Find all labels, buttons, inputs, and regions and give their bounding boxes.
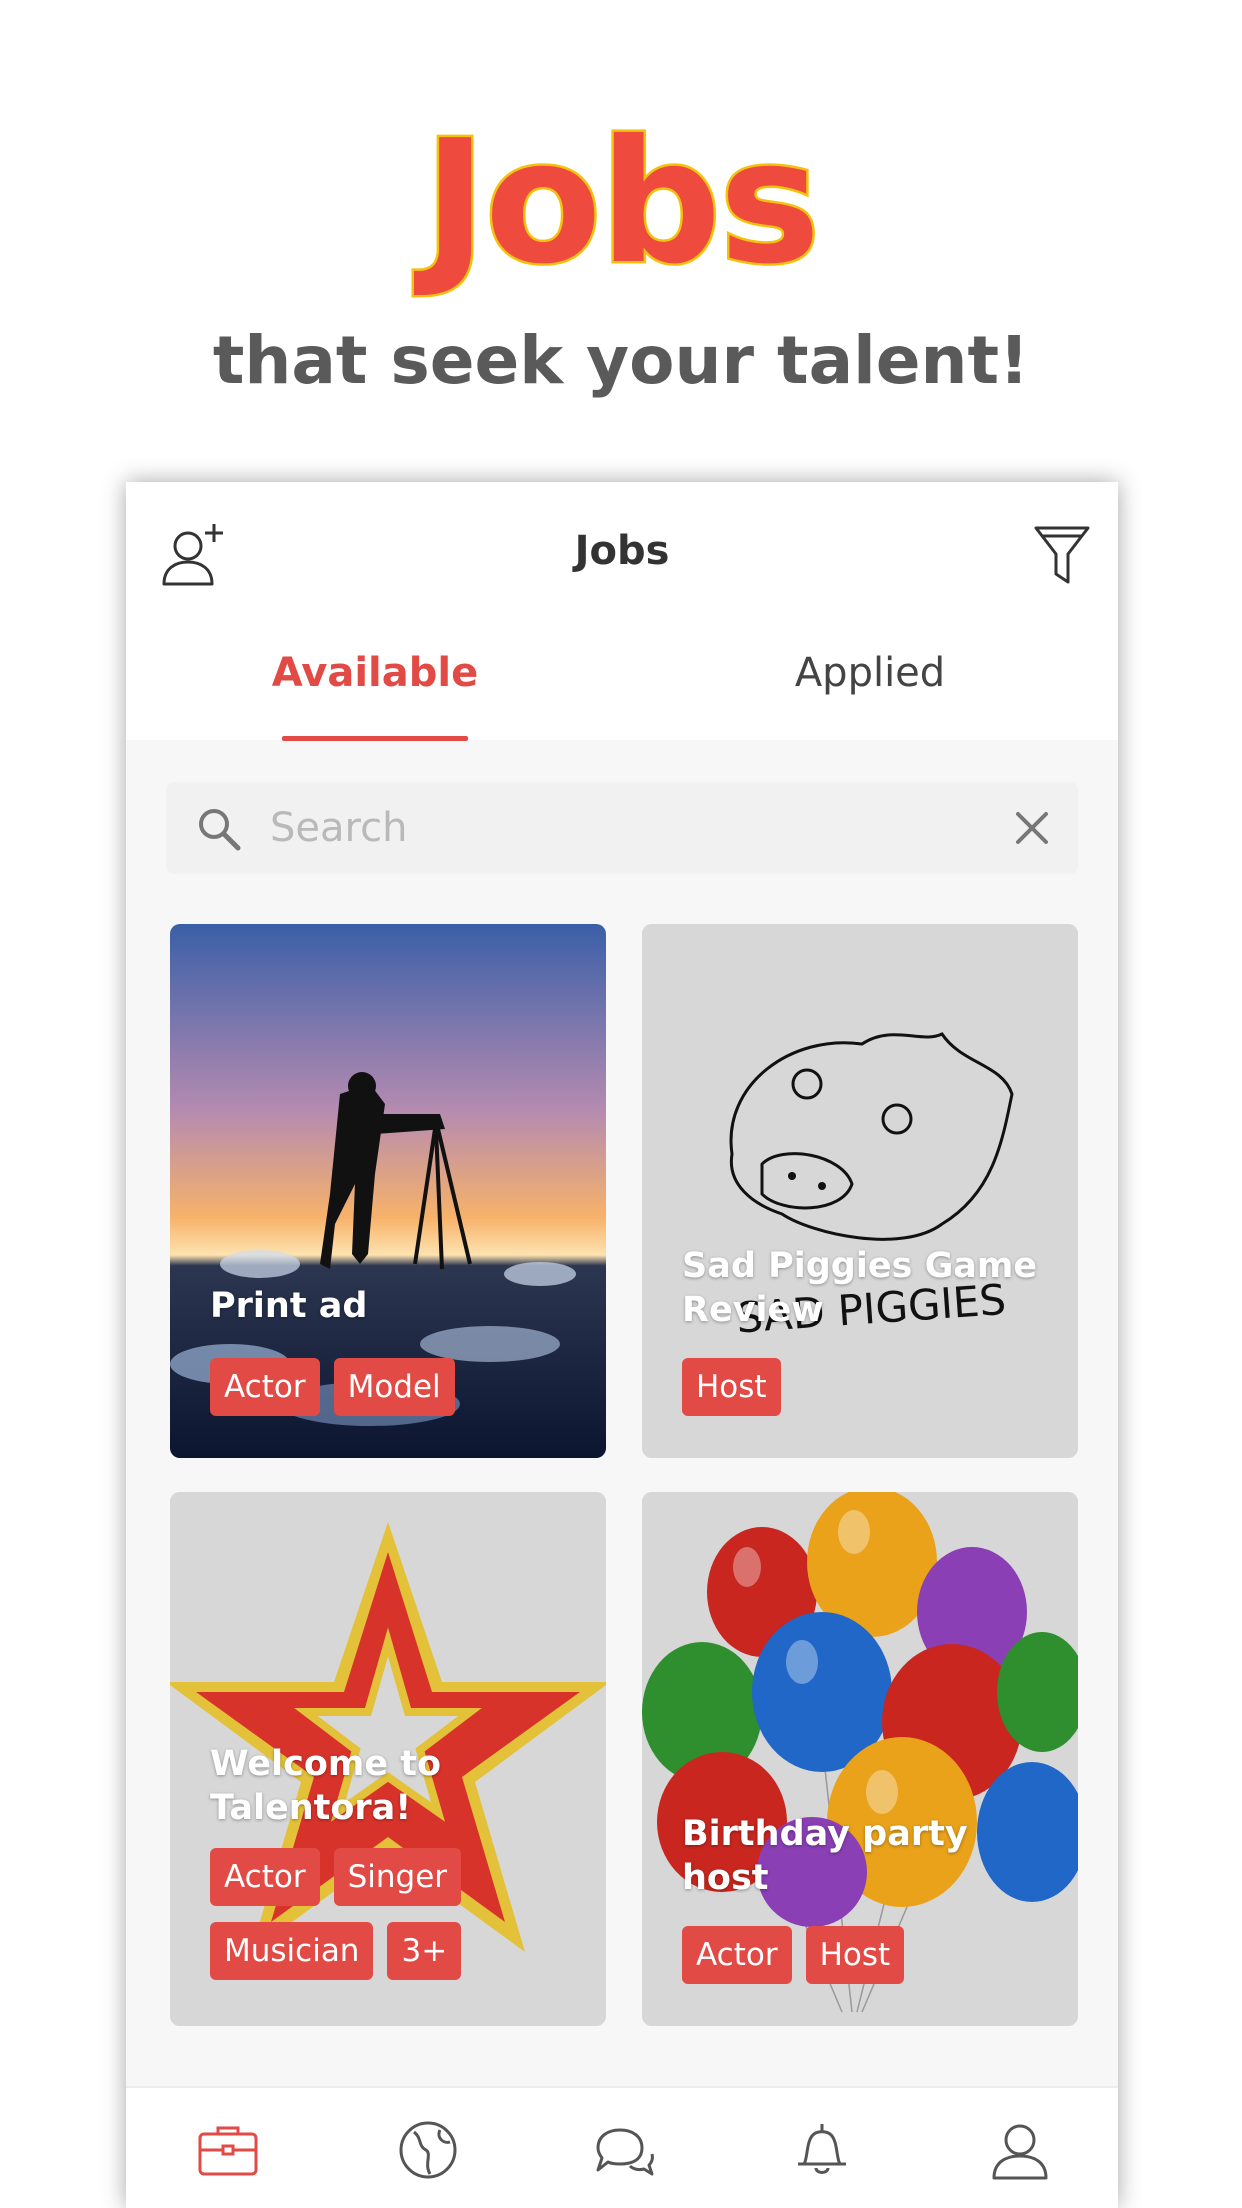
job-title: Sad Piggies Game Review: [682, 1246, 1038, 1330]
job-card[interactable]: Birthday party host Actor Host: [642, 1492, 1078, 2026]
bottom-tab-bar: [126, 2086, 1118, 2208]
job-title: Birthday party host: [682, 1814, 968, 1898]
briefcase-icon[interactable]: [196, 2118, 260, 2182]
job-card[interactable]: SAD PIGGIES Sad Piggies Game Review Host: [642, 924, 1078, 1458]
tag: Musician: [210, 1922, 374, 1980]
tag: 3+: [387, 1922, 462, 1980]
tag: Singer: [333, 1848, 462, 1906]
search-input[interactable]: [270, 796, 970, 860]
tag: Actor: [210, 1848, 320, 1906]
job-card[interactable]: Print ad Actor Model: [170, 924, 606, 1458]
job-title: Print ad: [210, 1286, 368, 1326]
tag: Actor: [210, 1358, 320, 1416]
chat-icon[interactable]: [592, 2118, 656, 2182]
tag: Host: [682, 1358, 781, 1416]
profile-icon[interactable]: [988, 2118, 1052, 2182]
active-tab-indicator: [282, 736, 468, 741]
job-tags: Actor Model: [210, 1358, 590, 1416]
app-header: Jobs Available Applied: [126, 482, 1118, 741]
job-tags: Actor Host: [682, 1926, 1062, 1984]
job-card[interactable]: Welcome to Talentora! Actor Singer Music…: [170, 1492, 606, 2026]
filter-icon[interactable]: [1032, 522, 1092, 588]
tag: Actor: [682, 1926, 792, 1984]
search-icon: [199, 809, 241, 851]
job-tags: Host: [682, 1358, 1062, 1416]
tab-applied[interactable]: Applied: [710, 650, 1030, 696]
tab-available[interactable]: Available: [215, 650, 535, 696]
search-bar[interactable]: [166, 782, 1078, 874]
app-screen: Jobs Available Applied Search Print ad A…: [126, 482, 1118, 2208]
bell-icon[interactable]: [790, 2118, 854, 2182]
promo-title: Jobs: [421, 104, 823, 302]
job-tags: Actor Singer Musician 3+: [210, 1848, 590, 1980]
job-title: Welcome to Talentora!: [210, 1744, 442, 1828]
promo-subtitle: that seek your talent!: [212, 322, 1030, 399]
globe-icon[interactable]: [396, 2118, 460, 2182]
clear-search-icon[interactable]: [1012, 808, 1052, 848]
tag: Model: [333, 1358, 455, 1416]
header-title: Jobs: [574, 528, 670, 574]
tag: Host: [805, 1926, 905, 1984]
